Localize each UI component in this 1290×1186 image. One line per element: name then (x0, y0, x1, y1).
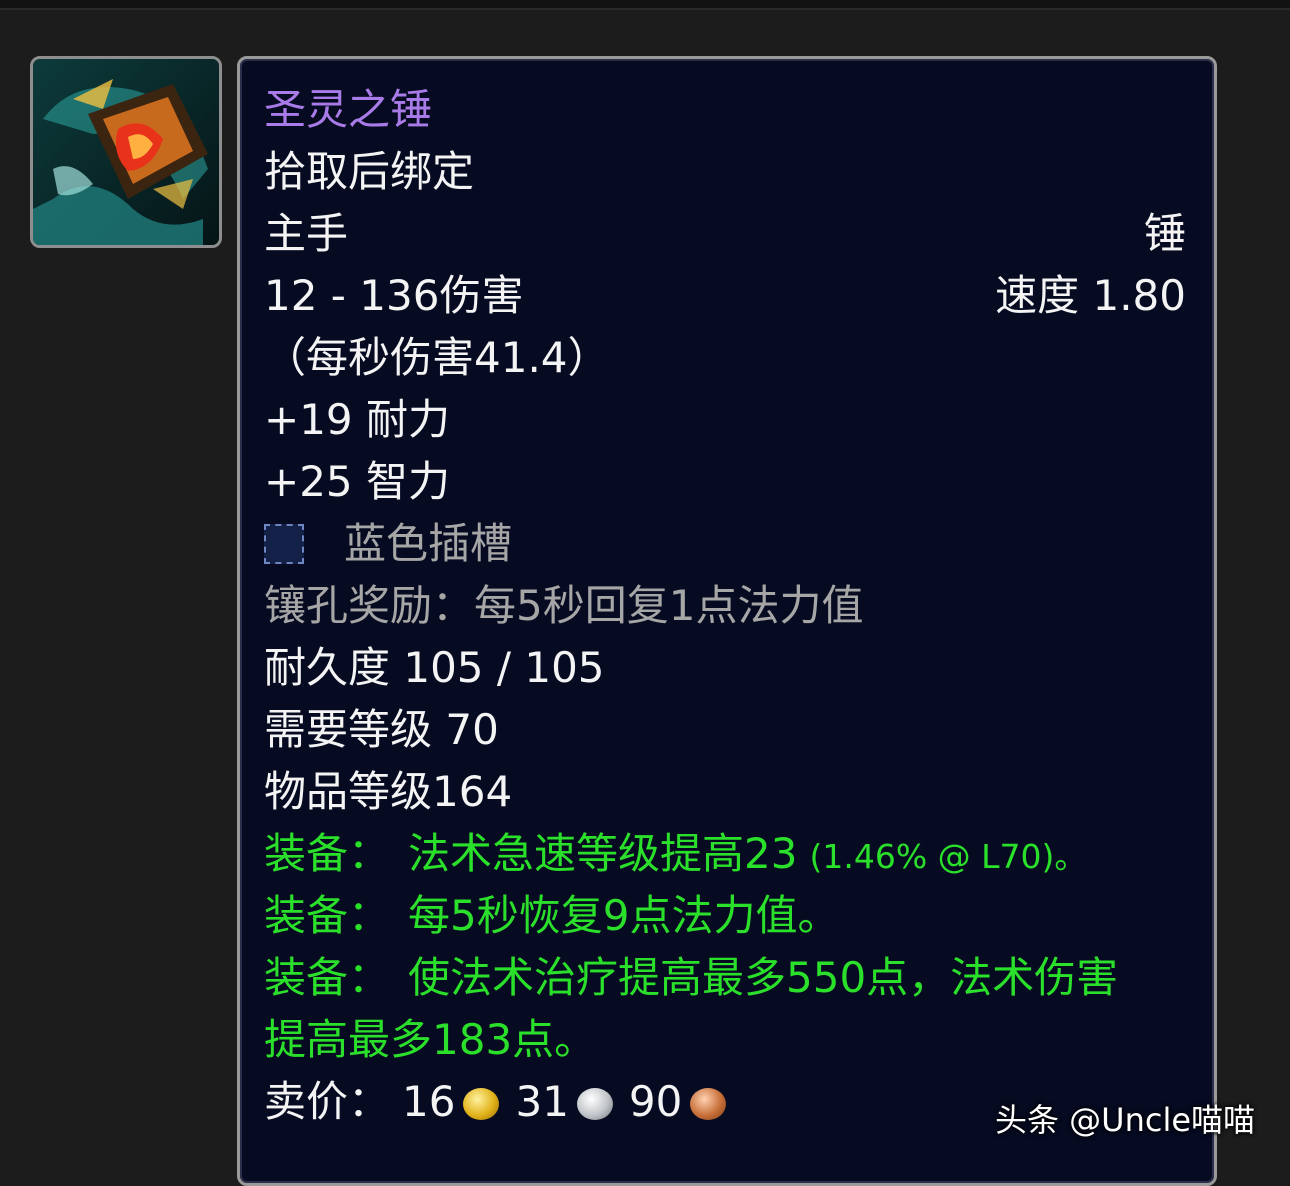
item-level-text: 物品等级164 (264, 767, 513, 816)
socket-row: 蓝色插槽 (264, 513, 1186, 575)
damage-text: 12 - 136伤害 (264, 271, 524, 320)
equip-effect-3-cont: 提高最多183点。 (264, 1015, 597, 1064)
top-bar (0, 0, 1290, 10)
sell-copper: 90 (628, 1077, 683, 1126)
speed-text: 速度 1.80 (995, 271, 1186, 320)
slot-row: 主手 锤 (264, 203, 1186, 265)
equip-label-2: 装备： (264, 891, 391, 940)
blue-socket-icon (264, 524, 304, 564)
sell-label: 卖价： (264, 1077, 391, 1126)
dps-text: （每秒伤害41.4） (264, 333, 610, 382)
equip-label-3: 装备： (264, 953, 391, 1002)
equip-text-2: 每5秒恢复9点法力值。 (408, 891, 840, 940)
item-tooltip: 圣灵之锤 拾取后绑定 主手 锤 12 - 136伤害 速度 1.80 （每秒伤害… (237, 56, 1217, 1186)
binding-text: 拾取后绑定 (264, 147, 475, 196)
weapon-type-text: 锤 (1143, 209, 1186, 258)
equip-effect-2: 装备： 每5秒恢复9点法力值。 (264, 885, 1186, 947)
watermark: 头条 @Uncle喵喵 (995, 1101, 1256, 1139)
copper-coin-icon (690, 1088, 727, 1120)
gold-coin-icon (463, 1088, 500, 1120)
sell-gold: 16 (402, 1077, 456, 1126)
damage-row: 12 - 136伤害 速度 1.80 (264, 265, 1186, 327)
socket-bonus: 镶孔奖励：每5秒回复1点法力值 (264, 581, 864, 630)
stamina-stat: +19 耐力 (264, 395, 450, 444)
equip-note-1[interactable]: (1.46% @ L70)。 (809, 837, 1087, 876)
silver-coin-icon (576, 1088, 613, 1120)
socket-label: 蓝色插槽 (344, 519, 513, 568)
equip-text-1: 法术急速等级提高23 (408, 829, 798, 878)
durability-text: 耐久度 105 / 105 (264, 643, 605, 692)
hammer-icon[interactable] (30, 56, 222, 248)
intellect-stat: +25 智力 (264, 457, 450, 506)
equip-text-3: 使法术治疗提高最多550点，法术伤害 (408, 953, 1119, 1002)
sell-silver: 31 (515, 1077, 569, 1126)
item-name: 圣灵之锤 (264, 85, 433, 134)
required-level-text: 需要等级 70 (264, 705, 499, 754)
equip-effect-3: 装备： 使法术治疗提高最多550点，法术伤害 (264, 947, 1186, 1009)
equip-label-1: 装备： (264, 829, 391, 878)
equip-effect-1: 装备： 法术急速等级提高23 (1.46% @ L70)。 (264, 823, 1186, 885)
slot-text: 主手 (264, 209, 349, 258)
